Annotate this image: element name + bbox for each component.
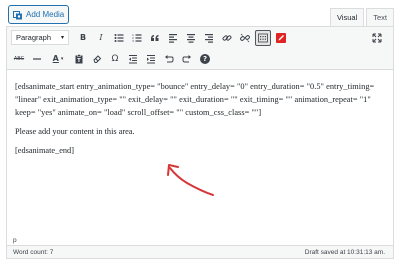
link-icon[interactable] — [219, 30, 235, 46]
toolbar-row-1: Paragraph ▾ B I 123 — [7, 27, 393, 48]
unlink-icon[interactable] — [237, 30, 253, 46]
shortcode-start: [edsanimate_start entry_animation_type= … — [15, 82, 375, 117]
italic-icon[interactable]: I — [93, 30, 109, 46]
help-icon[interactable]: ? — [197, 51, 213, 67]
numbered-list-icon[interactable]: 123 — [129, 30, 145, 46]
redo-icon[interactable] — [179, 51, 195, 67]
tab-visual[interactable]: Visual — [329, 8, 365, 26]
toolbar-toggle-icon[interactable] — [255, 29, 271, 46]
editor-content[interactable]: [edsanimate_start entry_animation_type= … — [7, 70, 393, 157]
bullet-list-icon[interactable] — [111, 30, 127, 46]
paste-text-icon[interactable]: T — [71, 51, 87, 67]
format-select[interactable]: Paragraph ▾ — [11, 30, 69, 45]
clear-formatting-icon[interactable] — [89, 51, 105, 67]
format-select-value: Paragraph — [16, 33, 52, 42]
text-color-icon[interactable]: A ▾ — [47, 51, 69, 67]
editor-tabs: Visual Text — [328, 8, 394, 26]
placeholder-paragraph: Please add your content in this area. — [15, 127, 135, 136]
add-media-label: Add Media — [26, 10, 65, 19]
special-character-icon[interactable]: Ω — [107, 51, 123, 67]
horizontal-line-icon[interactable] — [29, 51, 45, 67]
chevron-down-icon: ▾ — [60, 55, 64, 62]
svg-text:T: T — [77, 58, 81, 64]
media-icon — [13, 10, 23, 20]
help-glyph: ? — [200, 53, 210, 64]
chevron-down-icon: ▾ — [60, 35, 64, 41]
blockquote-icon[interactable] — [147, 30, 163, 46]
align-left-icon[interactable] — [165, 30, 181, 46]
text-color-letter: A — [52, 54, 59, 63]
editor-toolbar: Paragraph ▾ B I 123 ABC A ▾ T Ω ? — [7, 27, 393, 70]
red-pencil-icon[interactable] — [273, 30, 289, 46]
bold-icon[interactable]: B — [75, 30, 91, 46]
tab-text[interactable]: Text — [366, 8, 394, 26]
status-bar: Word count: 7 Draft saved at 10:31:13 am… — [7, 245, 393, 258]
draft-saved-status: Draft saved at 10:31:13 am. — [304, 248, 385, 256]
add-media-button[interactable]: Add Media — [8, 5, 69, 24]
indent-icon[interactable] — [143, 51, 159, 67]
annotation-arrow-icon — [167, 164, 214, 196]
strikethrough-icon[interactable]: ABC — [11, 51, 27, 67]
outdent-icon[interactable] — [125, 51, 141, 67]
fullscreen-icon[interactable] — [369, 30, 385, 46]
shortcode-end: [edsanimate_end] — [15, 146, 74, 155]
align-right-icon[interactable] — [201, 30, 217, 46]
editor: Paragraph ▾ B I 123 ABC A ▾ T Ω ? [edsan… — [6, 26, 394, 259]
svg-text:3: 3 — [132, 39, 134, 43]
undo-icon[interactable] — [161, 51, 177, 67]
toolbar-row-2: ABC A ▾ T Ω ? — [7, 48, 393, 69]
word-count: Word count: 7 — [13, 248, 54, 256]
align-center-icon[interactable] — [183, 30, 199, 46]
